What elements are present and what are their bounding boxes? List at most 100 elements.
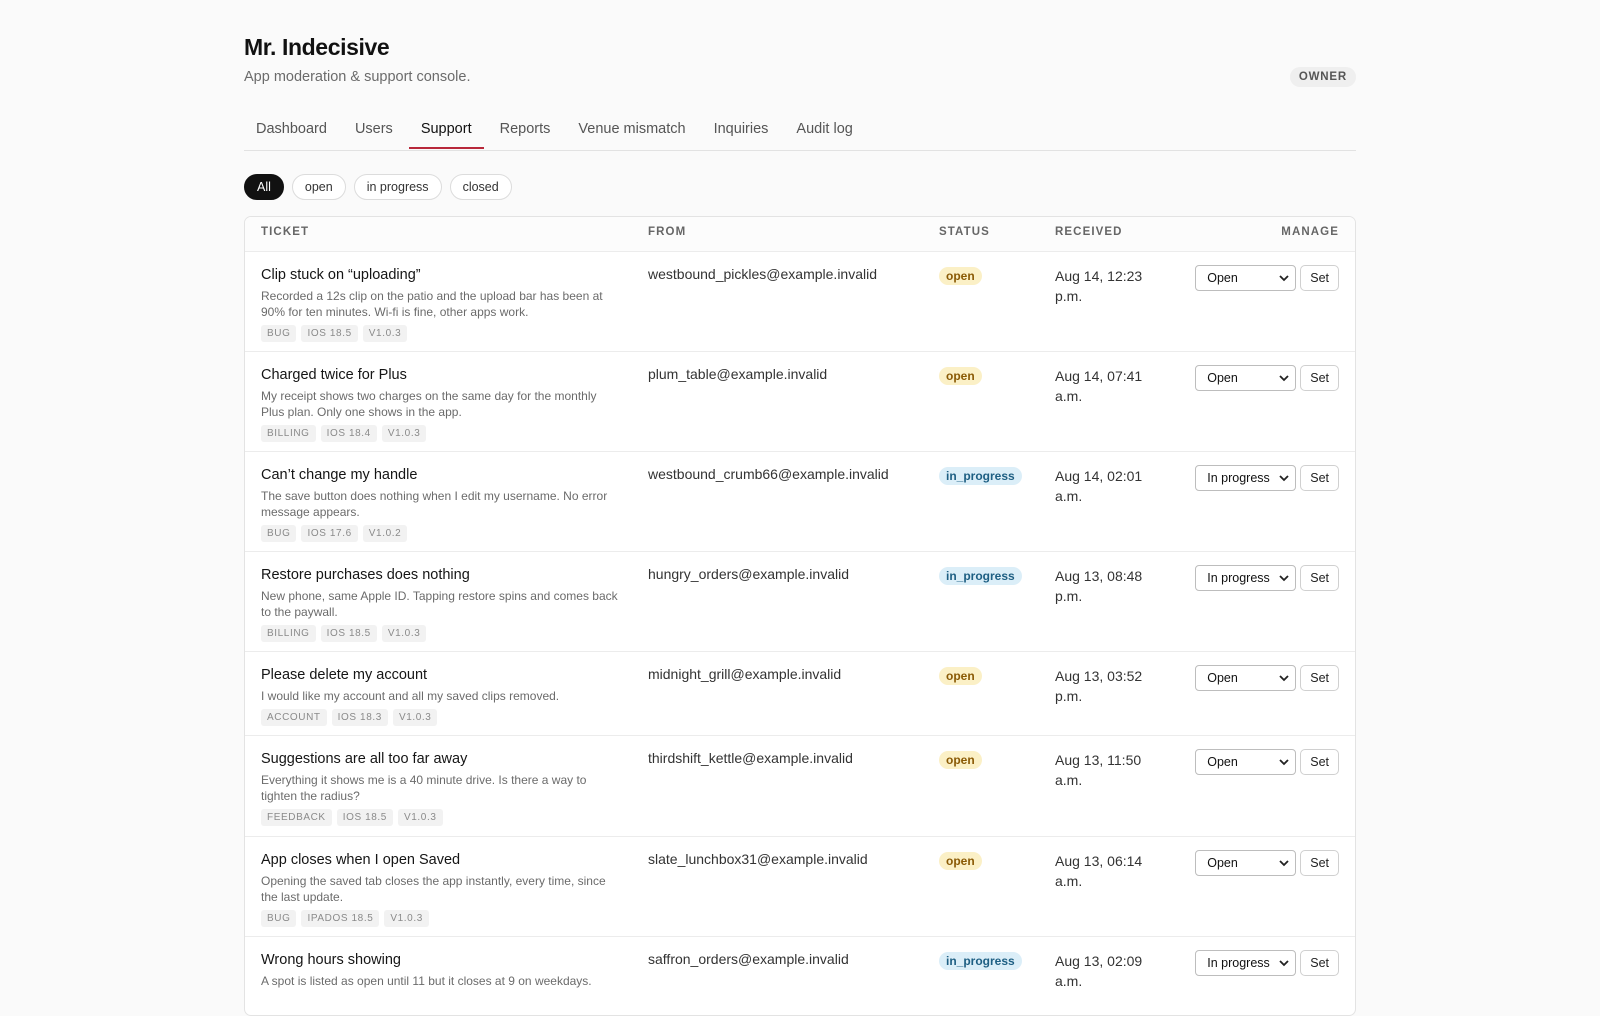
ticket-tag: BUG: [261, 525, 297, 542]
status-select[interactable]: Open: [1195, 665, 1297, 691]
ticket-subject[interactable]: Can’t change my handle: [261, 465, 621, 485]
set-status-button[interactable]: Set: [1300, 749, 1339, 775]
ticket-cell: Wrong hours showing A spot is listed as o…: [261, 950, 621, 989]
filter-chip-open[interactable]: open: [291, 174, 346, 200]
received-time: Aug 14, 12:23 p.m.: [1055, 268, 1143, 304]
status-select[interactable]: Open: [1195, 850, 1297, 876]
filter-chip-in-progress[interactable]: in progress: [353, 174, 442, 200]
ticket-subject[interactable]: App closes when I open Saved: [261, 850, 621, 870]
ticket-from-email: saffron_orders@example.invalid: [648, 951, 849, 967]
ticket-from-email: westbound_crumb66@example.invalid: [648, 466, 889, 482]
chevron-down-icon: [1279, 860, 1289, 867]
chevron-down-icon: [1279, 960, 1289, 967]
ticket-body: Everything it shows me is a 40 minute dr…: [261, 773, 587, 803]
status-select[interactable]: Open: [1195, 749, 1297, 775]
status-select[interactable]: In progress: [1195, 565, 1297, 591]
tab-inquiries[interactable]: Inquiries: [702, 116, 781, 149]
status-cell: open: [939, 667, 982, 685]
chevron-down-icon: [1279, 575, 1289, 582]
ticket-subject[interactable]: Clip stuck on “uploading”: [261, 265, 621, 285]
ticket-cell: App closes when I open Saved Opening the …: [261, 850, 621, 927]
table-header: TICKET FROM STATUS RECEIVED MANAGE: [245, 217, 1355, 252]
received-time: Aug 14, 02:01 a.m.: [1055, 468, 1143, 504]
ticket-tag: IOS 18.5: [320, 625, 377, 642]
column-header-ticket: TICKET: [261, 226, 310, 238]
received-time: Aug 13, 08:48 p.m.: [1055, 568, 1143, 604]
status-select[interactable]: Open: [1195, 365, 1297, 391]
ticket-tag: V1.0.3: [384, 910, 429, 927]
status-select-value: In progress: [1207, 956, 1270, 970]
chevron-down-icon: [1279, 275, 1289, 282]
ticket-subject[interactable]: Please delete my account: [261, 665, 621, 685]
ticket-tag: V1.0.3: [381, 425, 427, 442]
set-status-button[interactable]: Set: [1300, 665, 1339, 691]
ticket-from-email: thirdshift_kettle@example.invalid: [648, 750, 853, 766]
ticket-from-email: plum_table@example.invalid: [648, 366, 828, 382]
ticket-tag: V1.0.3: [362, 325, 408, 342]
tab-dashboard[interactable]: Dashboard: [244, 116, 339, 149]
tab-audit-log[interactable]: Audit log: [784, 116, 864, 149]
ticket-tag: V1.0.2: [362, 525, 408, 542]
status-select-value: Open: [1207, 371, 1238, 385]
chevron-down-icon: [1279, 759, 1289, 766]
ticket-subject[interactable]: Suggestions are all too far away: [261, 749, 621, 769]
status-select-value: In progress: [1207, 471, 1270, 485]
tab-users[interactable]: Users: [343, 116, 405, 149]
ticket-subject[interactable]: Charged twice for Plus: [261, 365, 621, 385]
set-status-button[interactable]: Set: [1300, 265, 1339, 291]
status-cell: open: [939, 267, 982, 285]
status-select[interactable]: In progress: [1195, 465, 1297, 491]
chevron-down-icon: [1279, 675, 1289, 682]
set-status-button[interactable]: Set: [1300, 850, 1339, 876]
app-subtitle: App moderation & support console.: [244, 69, 471, 85]
chevron-down-icon: [1279, 475, 1289, 482]
received-time: Aug 13, 06:14 a.m.: [1055, 853, 1143, 889]
status-cell: open: [939, 367, 982, 385]
ticket-tags: BUG IPADOS 18.5 V1.0.3: [261, 910, 621, 927]
ticket-cell: Can’t change my handle The save button do…: [261, 465, 621, 542]
ticket-subject[interactable]: Restore purchases does nothing: [261, 565, 621, 585]
ticket-tags: BUG IOS 18.5 V1.0.3: [261, 325, 621, 342]
status-select-value: In progress: [1207, 571, 1270, 585]
ticket-tag: IOS 18.5: [301, 325, 358, 342]
filter-chip-all[interactable]: All: [244, 174, 284, 200]
set-status-button[interactable]: Set: [1300, 465, 1339, 491]
status-cell: open: [939, 852, 982, 870]
ticket-tags: ACCOUNT IOS 18.3 V1.0.3: [261, 709, 621, 726]
status-badge: open: [939, 852, 982, 870]
tab-support[interactable]: Support: [408, 116, 484, 149]
column-header-manage: MANAGE: [1281, 226, 1339, 238]
table-row: Suggestions are all too far away Everythi…: [245, 736, 1355, 837]
ticket-body: New phone, same Apple ID. Tapping restor…: [261, 589, 618, 619]
ticket-tags: BILLING IOS 18.4 V1.0.3: [261, 425, 621, 442]
ticket-from-email: midnight_grill@example.invalid: [648, 666, 842, 682]
tab-reports[interactable]: Reports: [488, 116, 563, 149]
status-badge: in_progress: [939, 952, 1022, 970]
set-status-button[interactable]: Set: [1300, 565, 1339, 591]
set-status-button[interactable]: Set: [1300, 365, 1339, 391]
chevron-down-icon: [1279, 375, 1289, 382]
status-select[interactable]: Open: [1195, 265, 1297, 291]
manage-cell: Open Set: [1195, 749, 1339, 775]
ticket-tags: FEEDBACK IOS 18.5 V1.0.3: [261, 809, 621, 826]
table-row: Charged twice for Plus My receipt shows t…: [245, 352, 1355, 452]
ticket-tag: BUG: [261, 325, 297, 342]
set-status-button[interactable]: Set: [1300, 950, 1339, 976]
ticket-tag: BUG: [261, 910, 297, 927]
ticket-body: I would like my account and all my saved…: [261, 689, 560, 703]
ticket-subject[interactable]: Wrong hours showing: [261, 950, 621, 970]
ticket-cell: Clip stuck on “uploading” Recorded a 12s …: [261, 265, 621, 342]
status-badge: in_progress: [939, 467, 1022, 485]
filter-chip-closed[interactable]: closed: [449, 174, 512, 200]
status-select-value: Open: [1207, 856, 1238, 870]
ticket-tag: IOS 18.5: [336, 809, 393, 826]
status-select[interactable]: In progress: [1195, 950, 1297, 976]
tab-venue-mismatch[interactable]: Venue mismatch: [566, 116, 697, 149]
received-time: Aug 14, 07:41 a.m.: [1055, 368, 1143, 404]
table-row: Can’t change my handle The save button do…: [245, 452, 1355, 552]
ticket-tag: IOS 18.3: [331, 709, 388, 726]
table-row: Clip stuck on “uploading” Recorded a 12s …: [245, 252, 1355, 352]
status-badge: open: [939, 267, 982, 285]
ticket-body: My receipt shows two charges on the same…: [261, 389, 597, 419]
table-row: Please delete my account I would like my …: [245, 652, 1355, 736]
